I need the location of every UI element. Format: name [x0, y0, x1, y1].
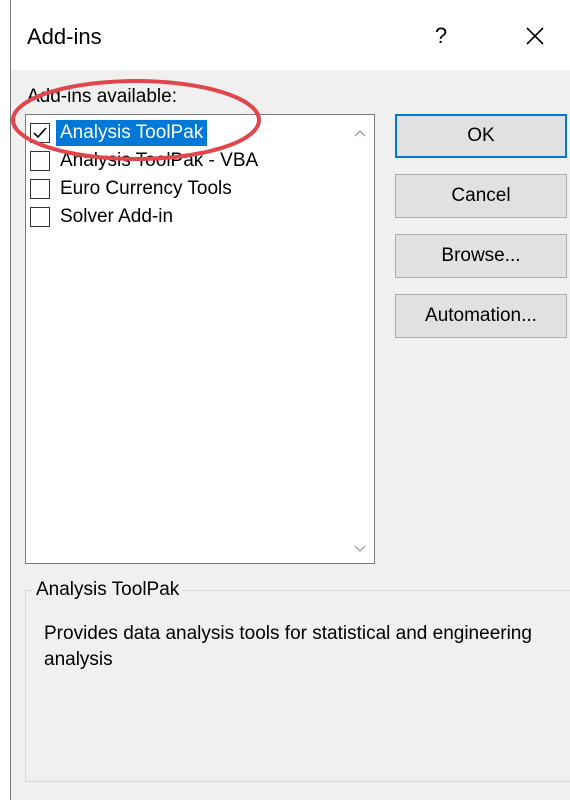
list-item-label: Analysis ToolPak	[56, 120, 208, 146]
browse-button[interactable]: Browse...	[395, 234, 567, 278]
checkbox-euro-currency-tools[interactable]	[30, 179, 50, 199]
checkbox-solver-add-in[interactable]	[30, 207, 50, 227]
scroll-down-button[interactable]	[348, 537, 372, 561]
close-button[interactable]	[515, 16, 555, 56]
description-text: Provides data analysis tools for statist…	[44, 623, 532, 670]
list-item-euro-currency-tools[interactable]: Euro Currency Tools	[30, 175, 348, 203]
description-group: Analysis ToolPak Provides data analysis …	[25, 579, 570, 782]
list-item-analysis-toolpak-vba[interactable]: Analysis ToolPak - VBA	[30, 147, 348, 175]
automation-button[interactable]: Automation...	[395, 294, 567, 338]
add-ins-listbox[interactable]: Analysis ToolPak Analysis ToolPak - VBA …	[25, 114, 375, 564]
checkmark-icon	[33, 127, 47, 139]
scroll-up-button[interactable]	[348, 121, 372, 145]
list-item-label: Euro Currency Tools	[60, 178, 232, 199]
close-icon	[526, 27, 544, 45]
chevron-up-icon	[354, 130, 366, 137]
list-item-label: Analysis ToolPak - VBA	[60, 150, 259, 171]
checkbox-analysis-toolpak[interactable]	[30, 123, 50, 143]
list-item-label: Solver Add-in	[60, 206, 174, 227]
list-item-analysis-toolpak[interactable]: Analysis ToolPak	[30, 119, 348, 147]
add-ins-available-label: Add-ins available:	[27, 86, 177, 107]
list-item-solver-add-in[interactable]: Solver Add-in	[30, 203, 348, 231]
help-button[interactable]: ?	[421, 16, 461, 56]
title-bar: Add-ins ?	[11, 0, 570, 70]
dialog-title: Add-ins	[27, 24, 102, 49]
add-ins-dialog: Add-ins ? Add-ins available: Analysis To…	[10, 0, 570, 800]
chevron-down-icon	[354, 545, 366, 552]
description-title: Analysis ToolPak	[32, 579, 184, 601]
ok-button[interactable]: OK	[395, 114, 567, 158]
checkbox-analysis-toolpak-vba[interactable]	[30, 151, 50, 171]
cancel-button[interactable]: Cancel	[395, 174, 567, 218]
